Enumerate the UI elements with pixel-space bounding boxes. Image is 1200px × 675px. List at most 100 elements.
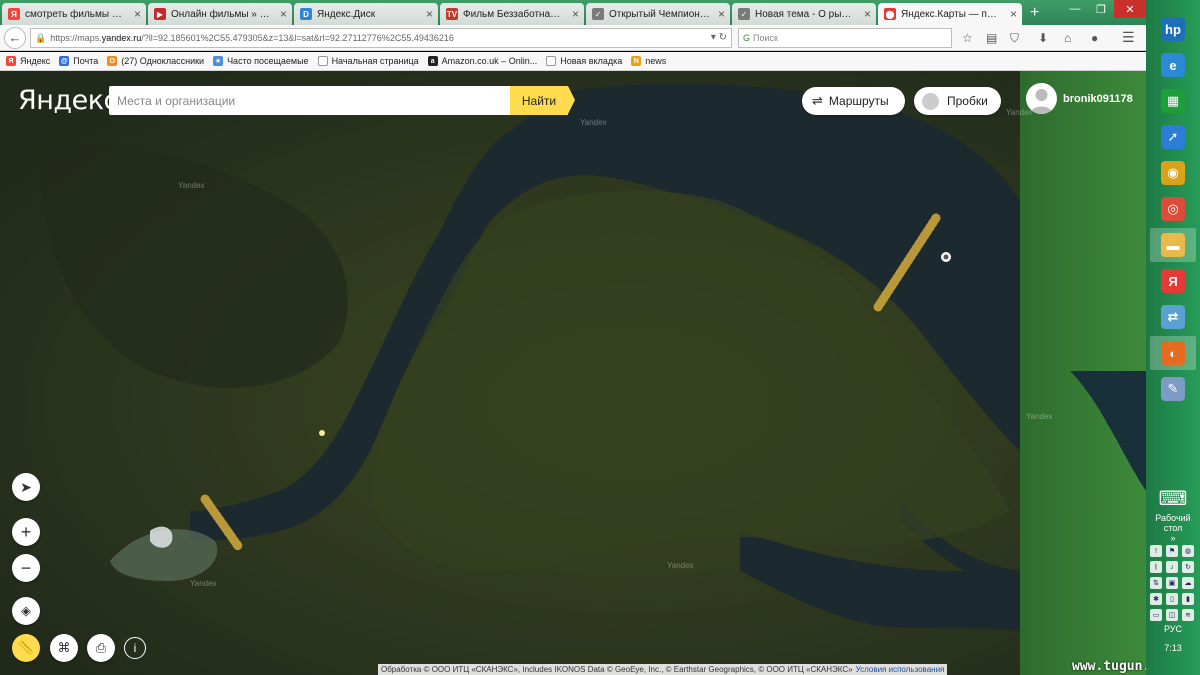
app-icon[interactable]: ◍ [1182, 545, 1194, 557]
ruler-icon[interactable]: 📏 [12, 634, 40, 662]
url-path: /?ll=92.185601%2C55.479305&z=13&l=sat&rl… [141, 33, 454, 43]
settings-icon[interactable]: ✱ [1150, 593, 1162, 605]
avatar-placeholder-icon [1030, 89, 1053, 114]
print-icon[interactable]: ⎙ [87, 634, 115, 662]
close-tab-icon[interactable]: × [426, 7, 433, 21]
browser-search-input[interactable]: G Поиск [738, 28, 952, 48]
pocket-icon[interactable]: ⛉ [1010, 31, 1019, 46]
flag-icon[interactable]: ⚑ [1166, 545, 1178, 557]
bookmark-item[interactable]: Начальная страница [317, 56, 419, 66]
desktop-toolbar[interactable]: ⌨ Рабочий стол » [1146, 486, 1200, 543]
close-tab-icon[interactable]: × [718, 7, 725, 21]
zoom-in-icon[interactable]: + [12, 518, 40, 546]
bookmark-item[interactable]: a Amazon.co.uk – Onlin... [427, 56, 538, 66]
rss-folder-icon: N [631, 56, 642, 66]
taskbar-button[interactable]: ◎ [1150, 192, 1196, 226]
geolocation-icon[interactable]: ➤ [12, 473, 40, 501]
close-icon[interactable]: ✕ [1114, 0, 1146, 18]
taskbar-button[interactable]: ➚ [1150, 120, 1196, 154]
system-tray: ! ⚑ ◍ ᛒ ♪ ↻ ⇅ ▣ ☁ ✱ ▯ ▮ ▭ ◫ ≋ [1150, 545, 1198, 621]
bookmark-star-icon[interactable]: ☆ [962, 31, 973, 45]
bookmark-item[interactable]: @ Почта [59, 56, 98, 66]
find-button[interactable]: Найти [510, 86, 575, 115]
yandex-icon: Я [6, 56, 16, 66]
reload-icon[interactable]: ▾ ↻ [711, 32, 727, 43]
user-account[interactable]: bronik091178 [1026, 83, 1133, 114]
yandex-video-icon: Я [8, 8, 20, 20]
taskbar-button[interactable]: ◐ [1150, 336, 1196, 370]
bookmark-item[interactable]: ★ Часто посещаемые [213, 56, 309, 66]
bookmark-label: Amazon.co.uk – Onlin... [441, 56, 538, 66]
signal-icon[interactable]: ▮ [1182, 593, 1194, 605]
map-view[interactable]: Yandex Yandex Yandex Yandex Yandex Yande… [0, 71, 1146, 675]
traffic-light-icon [922, 92, 939, 110]
taskbar-button[interactable]: hp [1150, 12, 1196, 46]
battery-icon[interactable]: ▭ [1150, 609, 1162, 621]
traffic-button[interactable]: Пробки [914, 87, 1001, 115]
bookmark-item[interactable]: O (27) Одноклассники [107, 56, 204, 66]
taskbar-button[interactable]: ▬ [1150, 228, 1196, 262]
language-indicator[interactable]: РУС [1146, 624, 1200, 634]
volume-icon[interactable]: ♪ [1166, 561, 1178, 573]
tab-title: Онлайн фильмы » Ст... [171, 8, 272, 20]
bookmark-label: (27) Одноклассники [121, 56, 205, 66]
taskbar-button[interactable]: ▦ [1150, 84, 1196, 118]
clock[interactable]: 7:13 [1146, 643, 1200, 653]
taskbar-button[interactable]: ✎ [1150, 372, 1196, 406]
menu-icon[interactable]: ☰ [1122, 29, 1135, 46]
minimize-icon[interactable]: — [1062, 0, 1088, 18]
close-tab-icon[interactable]: × [280, 7, 287, 21]
zoom-out-icon[interactable]: − [12, 554, 40, 582]
back-button[interactable]: ← [4, 26, 26, 49]
bluetooth-icon[interactable]: ᛒ [1150, 561, 1162, 573]
page-icon [546, 56, 557, 66]
bookmark-item[interactable]: Я Яндекс [6, 56, 50, 66]
layers-icon[interactable]: ◈ [12, 597, 40, 625]
browser-tab[interactable]: TV Фильм Беззаботная (... × [440, 3, 584, 25]
close-tab-icon[interactable]: × [864, 7, 871, 21]
browser-tab[interactable]: ⬤ Яндекс.Карты — подр... × [878, 3, 1022, 25]
chat-icon[interactable]: ● [1091, 31, 1098, 45]
download-icon[interactable]: ⬇ [1038, 31, 1048, 45]
cloud-icon[interactable]: ☁ [1182, 577, 1194, 589]
action-center-icon[interactable]: ◫ [1166, 609, 1178, 621]
wifi-icon[interactable]: ≋ [1182, 609, 1194, 621]
chevron-down-icon[interactable]: » [1146, 533, 1200, 543]
taskbar-button[interactable]: ◉ [1150, 156, 1196, 190]
desktop-label[interactable]: Рабочий стол [1146, 513, 1200, 533]
info-icon[interactable]: i [124, 637, 146, 659]
restore-icon[interactable]: ❐ [1088, 0, 1114, 18]
shield-icon[interactable]: ! [1150, 545, 1162, 557]
browser-tab[interactable]: ✓ Новая тема - О рыбал... × [732, 3, 876, 25]
browser-tab[interactable]: ✓ Открытый Чемпионат... × [586, 3, 730, 25]
film-icon: ▶ [154, 8, 166, 20]
network-icon[interactable]: ⇅ [1150, 577, 1162, 589]
tab-title: смотреть фильмы он... [25, 8, 126, 20]
routes-button[interactable]: ⇌ Маршруты [802, 87, 905, 115]
url-bar[interactable]: 🔒 https://maps. yandex.ru/?ll=92.185601%2… [30, 28, 732, 48]
close-tab-icon[interactable]: × [134, 7, 141, 21]
terms-link[interactable]: Условия использования [856, 665, 945, 674]
taskbar-button[interactable]: Я [1150, 264, 1196, 298]
close-tab-icon[interactable]: × [572, 7, 579, 21]
close-tab-icon[interactable]: × [1010, 7, 1017, 21]
new-tab-button[interactable]: + [1030, 4, 1039, 22]
bookmark-item[interactable]: Nnews [631, 56, 666, 66]
home-icon[interactable]: ⌂ [1064, 31, 1071, 45]
binoculars-icon[interactable]: ⌘ [50, 634, 78, 662]
map-search-input[interactable]: Места и организации [109, 86, 510, 115]
browser-tab[interactable]: ▶ Онлайн фильмы » Ст... × [148, 3, 292, 25]
sync-icon[interactable]: ↻ [1182, 561, 1194, 573]
taskbar-button[interactable]: ⇄ [1150, 300, 1196, 334]
browser-tab[interactable]: Ясмотреть фильмы он... × [2, 3, 146, 25]
satellite-map[interactable] [0, 71, 1146, 675]
display-icon[interactable]: ▣ [1166, 577, 1178, 589]
taskbar-button[interactable]: e [1150, 48, 1196, 82]
bookmark-item[interactable]: Новая вкладка [546, 56, 622, 66]
forum-icon: ✓ [738, 8, 750, 20]
yandex-logo[interactable]: Яндекс [18, 85, 118, 116]
browser-tab[interactable]: D Яндекс.Диск × [294, 3, 438, 25]
keyboard-icon[interactable]: ⌨ [1146, 486, 1200, 511]
reading-list-icon[interactable]: ▤ [986, 31, 997, 45]
device-icon[interactable]: ▯ [1166, 593, 1178, 605]
